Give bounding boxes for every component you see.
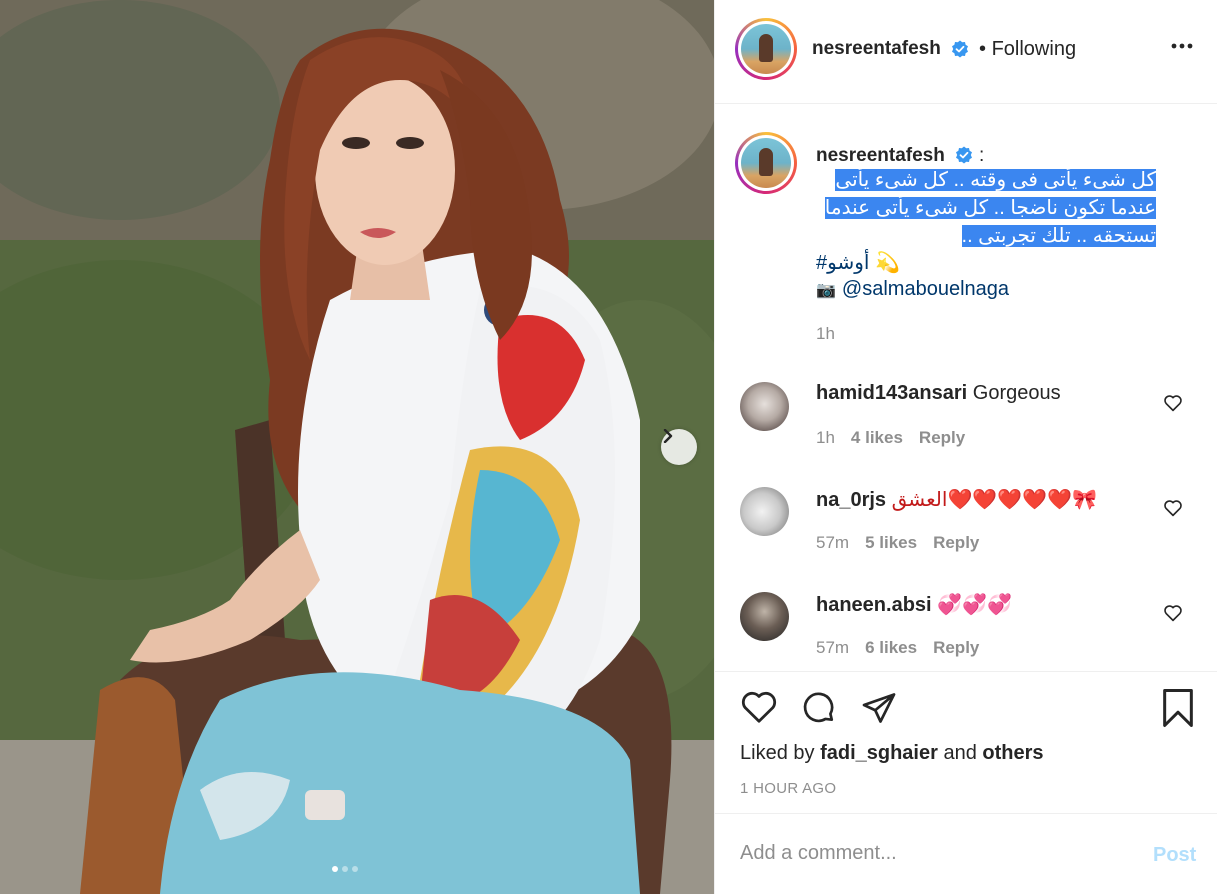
reply-button[interactable]: Reply	[933, 533, 979, 553]
heart-icon[interactable]	[1163, 499, 1183, 517]
photo-illustration	[0, 0, 714, 894]
comment-time: 57m	[816, 533, 850, 552]
comment-meta: 57m 5 likes Reply	[816, 533, 979, 553]
next-image-button[interactable]	[661, 429, 697, 465]
liked-by-summary: Liked by fadi_sghaier and others	[740, 742, 1044, 764]
commenter-username[interactable]: na_0rjs	[816, 489, 886, 511]
comment-button[interactable]	[800, 690, 838, 726]
photo-credit[interactable]: 📷 @salmabouelnaga	[816, 278, 1009, 301]
comment-time: 57m	[816, 638, 850, 657]
comment-likes[interactable]: 6 likes	[865, 638, 917, 658]
liked-by-others-link[interactable]: others	[982, 742, 1043, 764]
caption-time: 1h	[816, 324, 835, 343]
post-header: nesreentafesh • Following	[715, 0, 1217, 104]
comment-likes[interactable]: 5 likes	[865, 533, 917, 553]
reply-button[interactable]: Reply	[919, 428, 965, 448]
comment-likes[interactable]: 4 likes	[851, 428, 903, 448]
share-button[interactable]	[860, 690, 898, 726]
carousel-dot	[332, 866, 338, 872]
verified-badge-icon	[956, 146, 972, 164]
heart-icon[interactable]	[1163, 394, 1183, 412]
carousel-dot	[352, 866, 358, 872]
post-details-panel: nesreentafesh • Following nesreentafesh …	[714, 0, 1217, 894]
author-username[interactable]: nesreentafesh	[812, 38, 941, 60]
author-avatar[interactable]	[735, 18, 797, 80]
carousel-dot	[342, 866, 348, 872]
reply-button[interactable]: Reply	[933, 638, 979, 658]
verified-badge-icon	[952, 40, 968, 58]
more-options-icon[interactable]	[1171, 42, 1193, 50]
commenter-avatar[interactable]	[740, 592, 789, 641]
caption-text: كل شىء يأتى فى وقته .. كل شىء يأتى عندما…	[824, 169, 1156, 247]
comment-text: hamid143ansari Gorgeous	[816, 382, 1061, 404]
save-button[interactable]	[1161, 688, 1195, 728]
like-button[interactable]	[740, 690, 778, 724]
liked-by-user-link[interactable]: fadi_sghaier	[820, 742, 938, 764]
caption-username[interactable]: nesreentafesh	[816, 145, 945, 167]
camera-icon: 📷	[816, 282, 836, 299]
carousel-indicator	[332, 866, 358, 872]
caption-author-avatar[interactable]	[735, 132, 797, 194]
comment-item: na_0rjs العشق❤️❤️❤️❤️❤️🎀 57m 5 likes Rep…	[715, 487, 1217, 587]
commenter-avatar[interactable]	[740, 487, 789, 536]
post-actions: Liked by fadi_sghaier and others 1 HOUR …	[715, 671, 1217, 813]
chevron-right-icon	[663, 429, 673, 443]
caption-colon: :	[979, 145, 985, 166]
post-comment-button[interactable]: Post	[1153, 844, 1196, 867]
commenter-username[interactable]: hamid143ansari	[816, 382, 967, 404]
comment-text: na_0rjs العشق❤️❤️❤️❤️❤️🎀	[816, 489, 1097, 511]
comment-text: haneen.absi 💞💞💞	[816, 594, 1012, 616]
comment-meta: 1h 4 likes Reply	[816, 428, 965, 448]
comment-time: 1h	[816, 428, 835, 447]
heart-icon[interactable]	[1163, 604, 1183, 622]
comment-meta: 57m 6 likes Reply	[816, 638, 979, 658]
add-comment-bar: Post	[715, 813, 1217, 894]
follow-status[interactable]: • Following	[979, 38, 1076, 61]
post-date: 1 HOUR AGO	[740, 780, 837, 797]
post-photo[interactable]	[0, 0, 714, 894]
commenter-avatar[interactable]	[740, 382, 789, 431]
comment-input[interactable]	[740, 842, 1140, 865]
comment-item: hamid143ansari Gorgeous 1h 4 likes Reply	[715, 382, 1217, 482]
commenter-username[interactable]: haneen.absi	[816, 594, 932, 616]
caption-hashtag[interactable]: #أوشو 💫	[816, 250, 900, 275]
